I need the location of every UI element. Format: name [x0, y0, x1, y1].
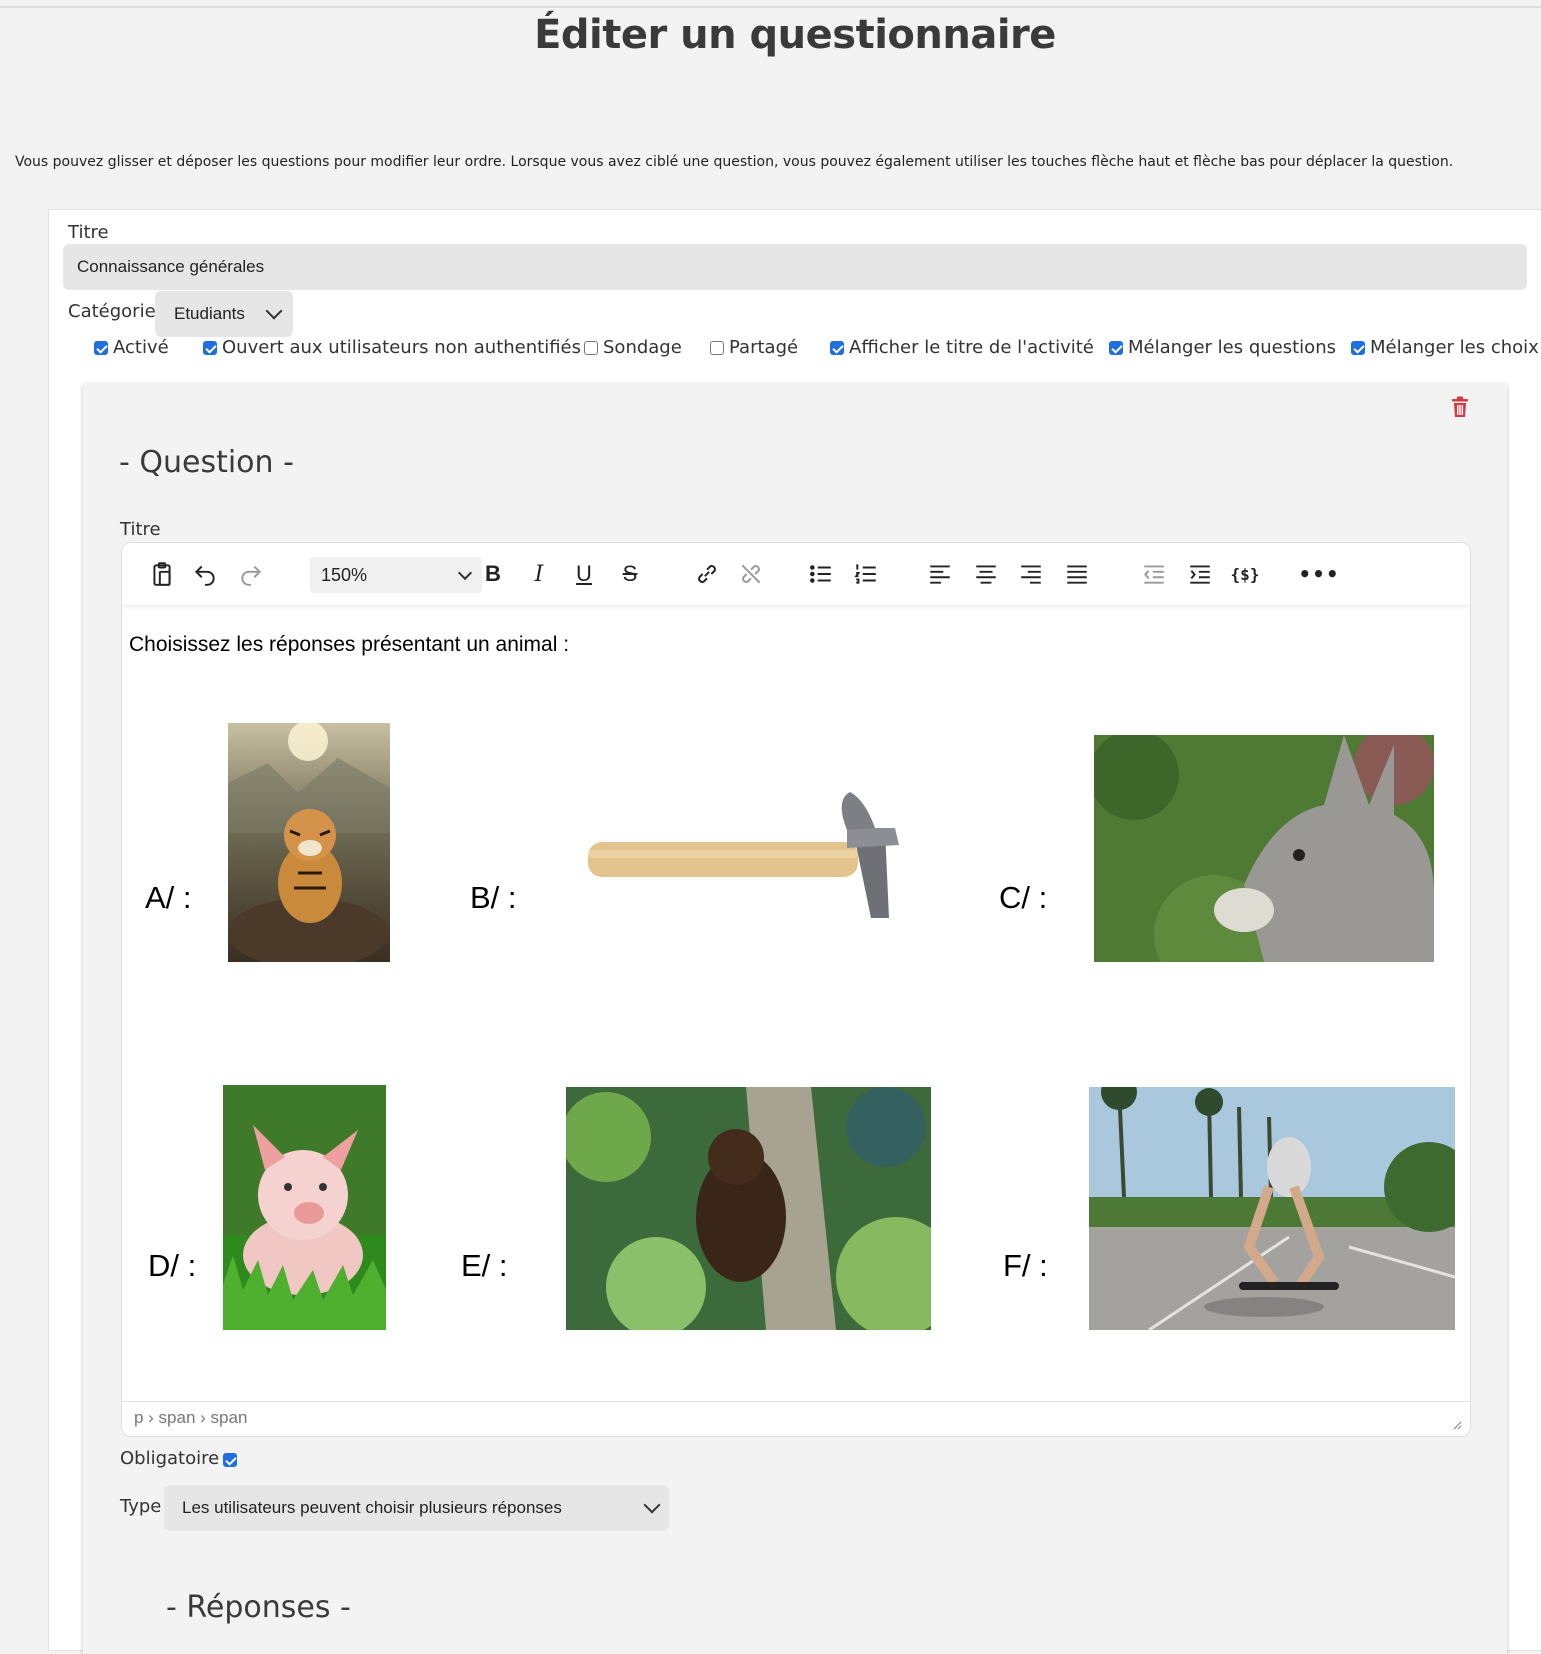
question-heading: - Question -	[119, 445, 294, 480]
category-label: Catégorie	[68, 301, 156, 322]
checkbox-shuffle-questions[interactable]: Mélanger les questions	[1109, 337, 1336, 358]
type-value: Les utilisateurs peuvent choisir plusieu…	[182, 1498, 562, 1517]
italic-icon[interactable]: I	[524, 560, 554, 588]
required-label: Obligatoire	[120, 1448, 220, 1469]
editor-content[interactable]: Choisissez les réponses présentant un an…	[122, 605, 1470, 1392]
underline-icon[interactable]: U	[569, 560, 599, 588]
checkbox-unchecked-icon	[710, 340, 724, 355]
rich-text-editor: 150% B I U S {$} ••• Choisissez les répo…	[121, 542, 1471, 1437]
numbered-list-icon[interactable]	[851, 560, 881, 588]
skateboarder-image	[1089, 1087, 1455, 1330]
undo-icon[interactable]	[190, 560, 220, 588]
more-options-icon[interactable]: •••	[1298, 560, 1338, 588]
option-label-b: B/ :	[470, 880, 517, 915]
option-label-e: E/ :	[461, 1248, 508, 1283]
chevron-down-icon	[265, 302, 283, 320]
unlink-icon[interactable]	[736, 560, 766, 588]
editor-toolbar: 150% B I U S {$} •••	[122, 543, 1470, 605]
title-input[interactable]: Connaissance générales	[63, 244, 1527, 290]
editor-statusbar: p › span › span	[122, 1401, 1470, 1436]
type-select[interactable]: Les utilisateurs peuvent choisir plusieu…	[164, 1485, 669, 1531]
option-label-a: A/ :	[145, 880, 192, 915]
category-select[interactable]: Etudiants	[155, 291, 293, 337]
top-border	[0, 0, 1541, 8]
strikethrough-icon[interactable]: S	[615, 560, 645, 588]
font-size-value: 150%	[321, 565, 368, 585]
checkbox-checked-icon	[203, 340, 217, 355]
element-path[interactable]: p › span › span	[134, 1408, 247, 1428]
checkbox-active[interactable]: Activé	[94, 337, 169, 358]
type-label: Type	[120, 1496, 162, 1517]
trash-icon[interactable]	[1451, 396, 1469, 418]
checkbox-checked-icon	[830, 340, 844, 355]
answers-heading: - Réponses -	[166, 1590, 351, 1625]
checkbox-open-unauthenticated[interactable]: Ouvert aux utilisateurs non authentifiés	[203, 337, 581, 358]
donkey-image	[1094, 735, 1434, 962]
checkbox-shared[interactable]: Partagé	[710, 337, 798, 358]
resize-handle-icon[interactable]	[1452, 1420, 1462, 1430]
checkbox-checked-icon	[1109, 340, 1123, 355]
required-checkbox[interactable]	[223, 1453, 237, 1467]
redo-icon[interactable]	[236, 560, 266, 588]
align-center-icon[interactable]	[971, 560, 1001, 588]
bear-cub-image	[566, 1087, 931, 1330]
checkbox-survey[interactable]: Sondage	[584, 337, 682, 358]
page-title: Éditer un questionnaire	[534, 12, 1056, 58]
category-value: Etudiants	[174, 304, 245, 323]
chevron-down-icon	[643, 1496, 661, 1514]
question-text: Choisissez les réponses présentant un an…	[129, 633, 570, 656]
tiger-cub-image	[228, 723, 390, 962]
align-right-icon[interactable]	[1016, 560, 1046, 588]
align-left-icon[interactable]	[925, 560, 955, 588]
indent-icon[interactable]	[1185, 560, 1215, 588]
align-justify-icon[interactable]	[1062, 560, 1092, 588]
option-label-c: C/ :	[999, 880, 1048, 915]
checkbox-show-activity-title[interactable]: Afficher le titre de l'activité	[830, 337, 1094, 358]
code-icon[interactable]: {$}	[1230, 560, 1260, 588]
bullet-list-icon[interactable]	[806, 560, 836, 588]
reorder-hint: Vous pouvez glisser et déposer les quest…	[15, 154, 1454, 170]
option-label-d: D/ :	[148, 1248, 197, 1283]
title-label: Titre	[68, 222, 109, 243]
checkbox-checked-icon	[1351, 340, 1365, 355]
chevron-down-icon	[457, 565, 473, 581]
checkbox-shuffle-choices[interactable]: Mélanger les choix	[1351, 337, 1539, 358]
checkbox-unchecked-icon	[584, 340, 598, 355]
paste-icon[interactable]	[147, 560, 177, 588]
checkbox-checked-icon	[94, 340, 108, 355]
font-size-select[interactable]: 150%	[310, 557, 482, 593]
bold-icon[interactable]: B	[478, 560, 508, 588]
link-icon[interactable]	[692, 560, 722, 588]
outdent-icon[interactable]	[1139, 560, 1169, 588]
piglet-image	[223, 1085, 386, 1330]
hammer-image	[585, 790, 905, 925]
question-title-label: Titre	[120, 519, 161, 540]
option-label-f: F/ :	[1003, 1248, 1048, 1283]
